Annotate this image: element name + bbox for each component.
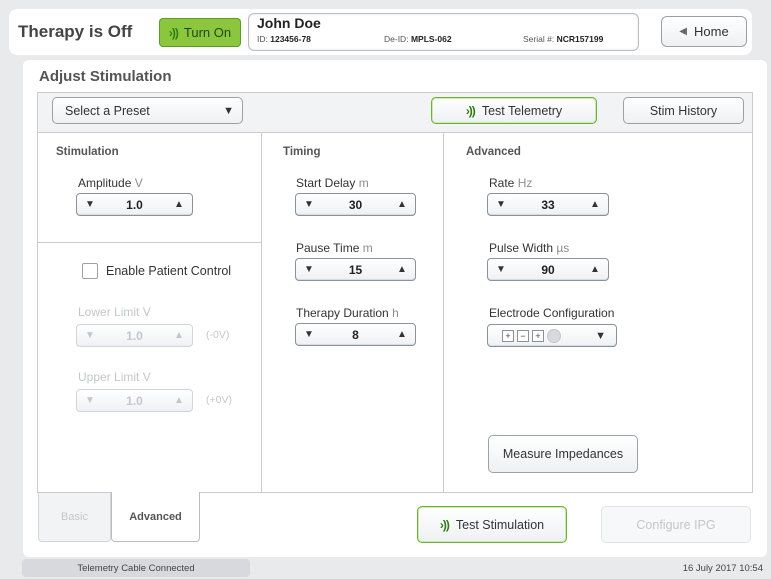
column-divider bbox=[443, 132, 444, 493]
timing-title: Timing bbox=[283, 146, 321, 158]
pause-time-value: 15 bbox=[348, 262, 363, 277]
start-delay-stepper[interactable]: ▼ 30 ▲ bbox=[295, 193, 416, 216]
lower-limit-value: 1.0 bbox=[126, 328, 143, 343]
tab-advanced-label: Advanced bbox=[129, 510, 182, 523]
wireless-signal-icon: ›)) bbox=[465, 103, 476, 118]
pause-time-label: Pause Time m bbox=[296, 241, 373, 255]
configure-ipg-label: Configure IPG bbox=[636, 517, 716, 532]
upper-limit-value: 1.0 bbox=[126, 393, 143, 408]
test-stimulation-button[interactable]: ›)) Test Stimulation bbox=[417, 506, 567, 543]
rate-value: 33 bbox=[541, 197, 555, 212]
home-button[interactable]: ◀ Home bbox=[661, 16, 747, 47]
pulse-width-stepper[interactable]: ▼ 90 ▲ bbox=[487, 258, 609, 281]
decrease-icon[interactable]: ▼ bbox=[488, 199, 514, 210]
stim-history-label: Stim History bbox=[649, 103, 718, 118]
amplitude-stepper[interactable]: ▼ 1.0 ▲ bbox=[76, 193, 193, 216]
therapy-duration-label: Therapy Duration h bbox=[296, 306, 399, 320]
advanced-title: Advanced bbox=[466, 146, 521, 158]
preset-placeholder: Select a Preset bbox=[65, 103, 150, 118]
amplitude-value: 1.0 bbox=[126, 197, 143, 212]
test-stimulation-label: Test Stimulation bbox=[455, 517, 545, 532]
test-telemetry-label: Test Telemetry bbox=[481, 103, 563, 118]
patient-name: John Doe bbox=[257, 15, 321, 31]
increase-icon[interactable]: ▲ bbox=[166, 199, 192, 210]
wireless-signal-icon: ›)) bbox=[439, 517, 450, 532]
stim-history-button[interactable]: Stim History bbox=[623, 97, 744, 124]
dropdown-caret-icon: ▼ bbox=[223, 104, 234, 117]
therapy-duration-stepper[interactable]: ▼ 8 ▲ bbox=[295, 323, 416, 346]
increase-icon[interactable]: ▲ bbox=[582, 199, 608, 210]
section-divider bbox=[37, 242, 261, 243]
panel-title: Adjust Stimulation bbox=[39, 68, 172, 85]
lower-limit-offset: (-0V) bbox=[206, 329, 230, 341]
connection-status: Telemetry Cable Connected bbox=[22, 559, 250, 577]
tab-basic-label: Basic bbox=[61, 511, 88, 523]
pulse-width-value: 90 bbox=[541, 262, 555, 277]
upper-limit-offset: (+0V) bbox=[206, 394, 232, 406]
amplitude-label: Amplitude V bbox=[78, 176, 143, 190]
electrode-config-label: Electrode Configuration bbox=[489, 306, 615, 320]
electrode-anode: + bbox=[502, 329, 514, 342]
decrease-icon[interactable]: ▼ bbox=[296, 329, 322, 340]
measure-impedances-label: Measure Impedances bbox=[502, 447, 624, 461]
start-delay-value: 30 bbox=[348, 197, 363, 212]
electrode-cathode: − bbox=[517, 329, 529, 342]
therapy-status: Therapy is Off bbox=[18, 22, 133, 41]
tab-basic[interactable]: Basic bbox=[38, 493, 111, 542]
rate-label: Rate Hz bbox=[489, 176, 533, 190]
wireless-signal-icon: ›)) bbox=[168, 25, 179, 40]
turn-on-button[interactable]: ›)) Turn On bbox=[159, 18, 241, 47]
therapy-duration-value: 8 bbox=[352, 327, 359, 342]
column-divider bbox=[261, 132, 262, 493]
preset-dropdown[interactable]: Select a Preset ▼ bbox=[52, 97, 243, 124]
electrode-config-dropdown[interactable]: + − + ▼ bbox=[487, 324, 617, 347]
decrease-icon[interactable]: ▼ bbox=[296, 264, 322, 275]
upper-limit-stepper[interactable]: ▼ 1.0 ▲ bbox=[76, 389, 193, 412]
measure-impedances-button[interactable]: Measure Impedances bbox=[488, 435, 638, 473]
enable-patient-control-label: Enable Patient Control bbox=[106, 264, 232, 278]
decrease-icon[interactable]: ▼ bbox=[296, 199, 322, 210]
turn-on-label: Turn On bbox=[183, 25, 232, 40]
upper-limit-label: Upper Limit V bbox=[78, 370, 151, 384]
rate-stepper[interactable]: ▼ 33 ▲ bbox=[487, 193, 609, 216]
dropdown-caret-icon: ▼ bbox=[595, 329, 606, 342]
increase-icon[interactable]: ▲ bbox=[389, 264, 415, 275]
increase-icon[interactable]: ▲ bbox=[389, 329, 415, 340]
electrode-layout: + − + bbox=[502, 328, 561, 343]
increase-icon[interactable]: ▲ bbox=[166, 330, 192, 341]
patient-serial: Serial #: NCR157199 bbox=[523, 34, 604, 44]
electrode-anode: + bbox=[532, 329, 544, 342]
decrease-icon[interactable]: ▼ bbox=[77, 199, 103, 210]
back-arrow-icon: ◀ bbox=[679, 26, 687, 37]
stimulation-title: Stimulation bbox=[56, 146, 119, 158]
increase-icon[interactable]: ▲ bbox=[582, 264, 608, 275]
electrode-case-icon bbox=[547, 328, 561, 343]
lower-limit-stepper[interactable]: ▼ 1.0 ▲ bbox=[76, 324, 193, 347]
home-label: Home bbox=[694, 24, 729, 39]
enable-patient-control-checkbox[interactable] bbox=[82, 263, 98, 279]
decrease-icon[interactable]: ▼ bbox=[77, 330, 103, 341]
test-telemetry-button[interactable]: ›)) Test Telemetry bbox=[431, 97, 597, 124]
pulse-width-label: Pulse Width µs bbox=[489, 241, 570, 255]
increase-icon[interactable]: ▲ bbox=[389, 199, 415, 210]
pause-time-stepper[interactable]: ▼ 15 ▲ bbox=[295, 258, 416, 281]
patient-id: ID: 123456-78 bbox=[257, 34, 311, 44]
decrease-icon[interactable]: ▼ bbox=[77, 395, 103, 406]
lower-limit-label: Lower Limit V bbox=[78, 305, 151, 319]
tab-advanced[interactable]: Advanced bbox=[111, 492, 200, 542]
increase-icon[interactable]: ▲ bbox=[166, 395, 192, 406]
start-delay-label: Start Delay m bbox=[296, 176, 369, 190]
configure-ipg-button[interactable]: Configure IPG bbox=[601, 506, 751, 543]
decrease-icon[interactable]: ▼ bbox=[488, 264, 514, 275]
status-datetime: 16 July 2017 10:54 bbox=[682, 563, 763, 574]
patient-deid: De-ID: MPLS-062 bbox=[384, 34, 452, 44]
